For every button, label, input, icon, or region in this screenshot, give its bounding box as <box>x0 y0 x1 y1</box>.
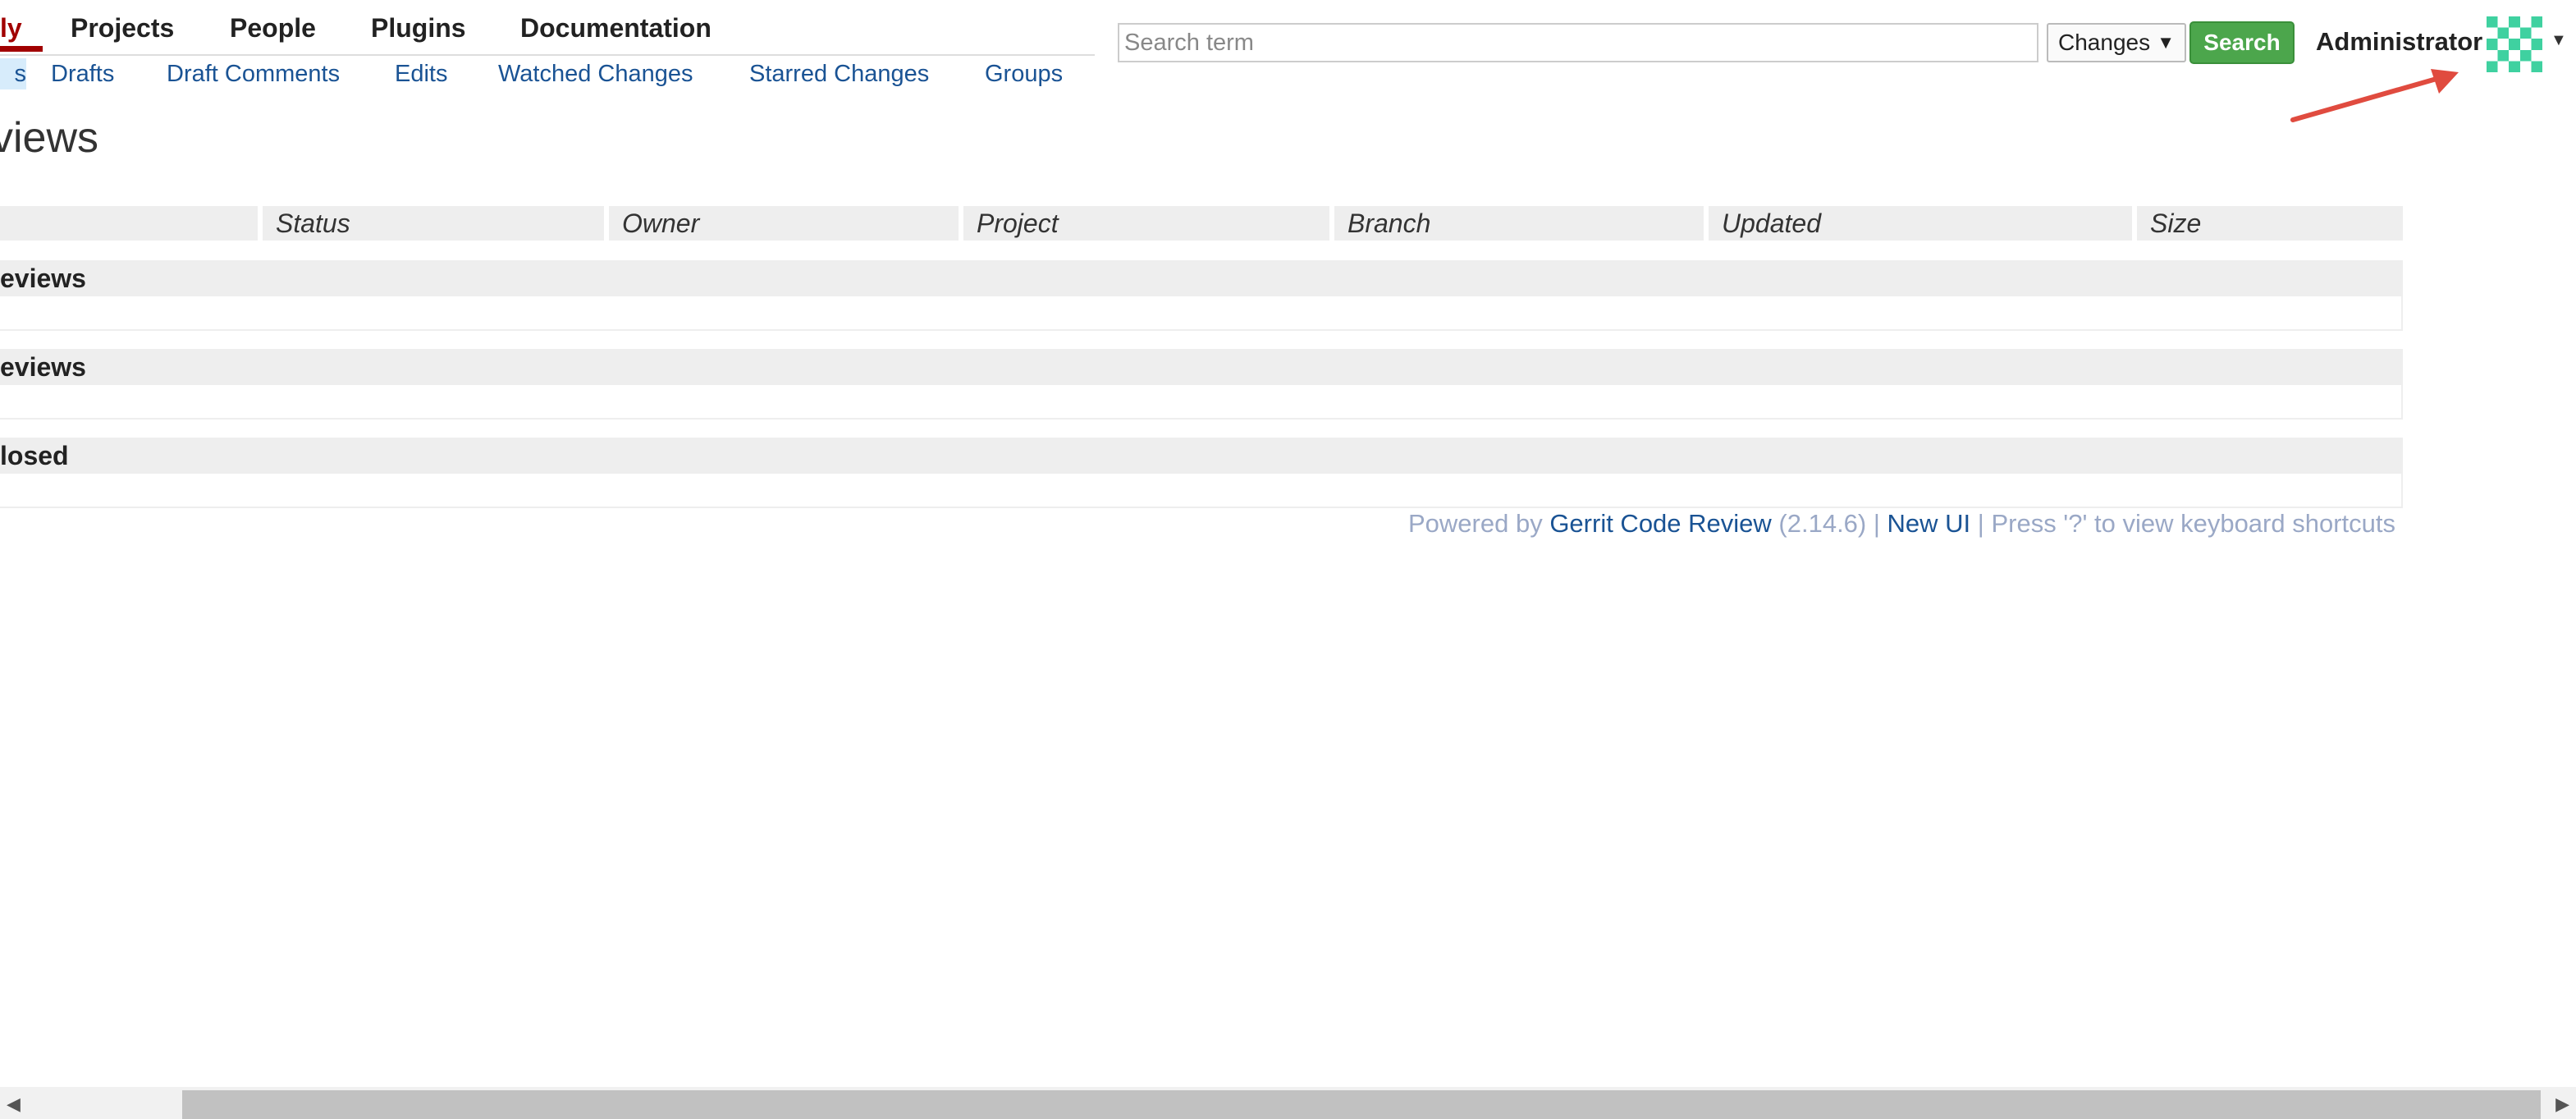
top-menu-bar: ly Projects People Plugins Documentation <box>0 0 1095 56</box>
subtab-watched-changes[interactable]: Watched Changes <box>498 58 693 89</box>
tab-people[interactable]: People <box>230 11 316 44</box>
avatar[interactable] <box>2487 16 2542 72</box>
horizontal-scrollbar[interactable]: ◀ ▶ <box>0 1087 2576 1119</box>
section-empty-row <box>0 296 2403 331</box>
tab-plugins[interactable]: Plugins <box>371 11 466 44</box>
new-ui-link[interactable]: New UI <box>1887 509 1971 538</box>
gerrit-link[interactable]: Gerrit Code Review <box>1549 509 1771 538</box>
search-scope-select[interactable]: Changes ▼ <box>2047 23 2186 62</box>
search-input[interactable] <box>1118 23 2038 62</box>
column-header-project: Project <box>963 206 1329 241</box>
annotation-arrow-icon <box>2290 69 2459 122</box>
footer-powered-by: Powered by <box>1407 509 1550 538</box>
subtab-groups[interactable]: Groups <box>985 58 1063 89</box>
section-header-closed: losed <box>0 438 2403 474</box>
section-header-outgoing: eviews <box>0 260 2403 296</box>
column-header-status: Status <box>263 206 604 241</box>
tab-projects[interactable]: Projects <box>71 11 174 44</box>
subtab-drafts[interactable]: Drafts <box>51 58 114 89</box>
scroll-right-icon[interactable]: ▶ <box>2555 1094 2569 1115</box>
column-header-blank <box>0 206 258 241</box>
tab-my[interactable]: ly <box>0 11 22 44</box>
dropdown-arrow-icon: ▼ <box>2157 32 2175 53</box>
search-scope-label: Changes <box>2058 30 2151 55</box>
column-header-updated: Updated <box>1709 206 2132 241</box>
subtab-changes[interactable]: s <box>0 58 26 89</box>
subtab-starred-changes[interactable]: Starred Changes <box>749 58 929 89</box>
page-title: views <box>0 114 99 162</box>
column-header-owner: Owner <box>609 206 959 241</box>
active-tab-underline <box>0 46 43 52</box>
column-header-branch: Branch <box>1334 206 1704 241</box>
footer: Powered by Gerrit Code Review (2.14.6) |… <box>1408 507 2395 540</box>
scrollbar-thumb[interactable] <box>182 1090 2541 1119</box>
footer-shortcut-hint: | Press '?' to view keyboard shortcuts <box>1970 509 2395 538</box>
subtab-edits[interactable]: Edits <box>395 58 447 89</box>
tab-documentation[interactable]: Documentation <box>520 11 711 44</box>
section-empty-row <box>0 385 2403 420</box>
column-header-size: Size <box>2137 206 2403 241</box>
user-name[interactable]: Administrator <box>2316 25 2482 58</box>
section-empty-row <box>0 474 2403 508</box>
search-button[interactable]: Search <box>2189 21 2295 64</box>
section-header-incoming: eviews <box>0 349 2403 385</box>
subtab-draft-comments[interactable]: Draft Comments <box>167 58 340 89</box>
caret-down-icon[interactable]: ▼ <box>2551 31 2567 50</box>
scroll-left-icon[interactable]: ◀ <box>7 1094 21 1115</box>
footer-version: (2.14.6) | <box>1771 509 1887 538</box>
